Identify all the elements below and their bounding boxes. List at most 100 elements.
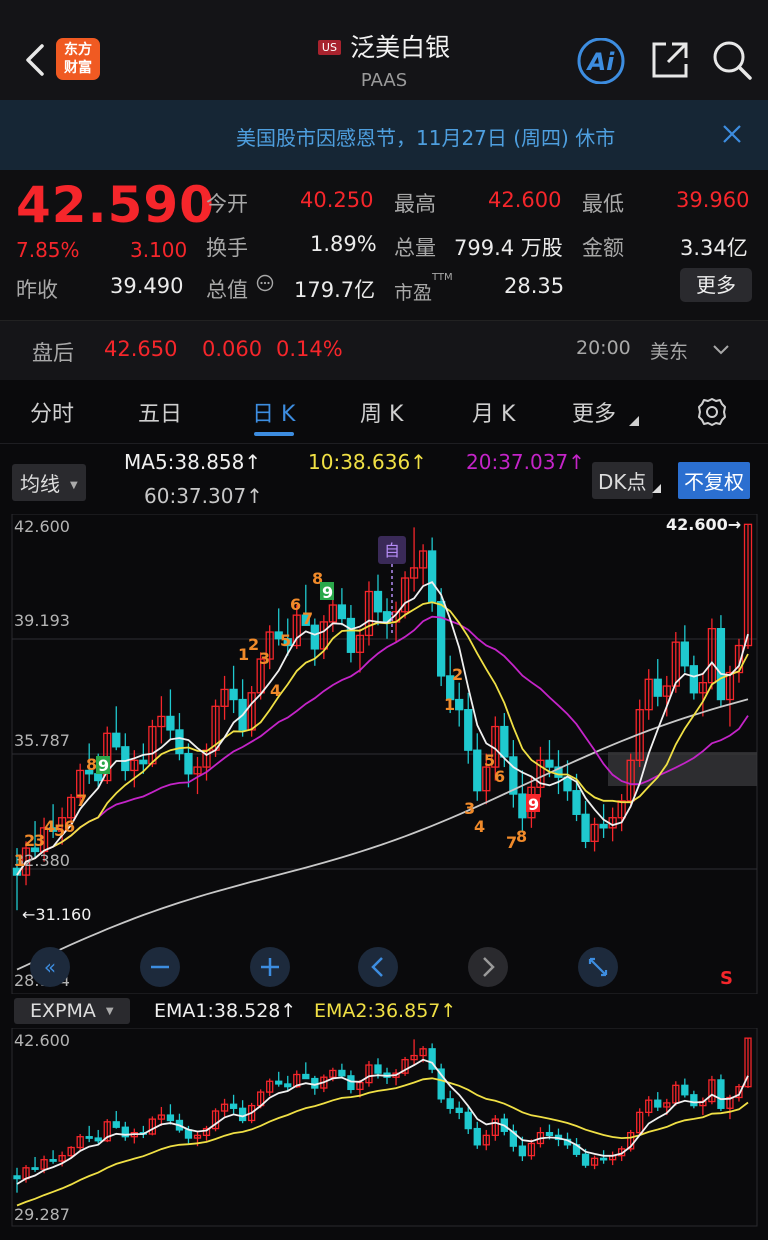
low-value: 39.960 (676, 188, 750, 212)
indicator-bar: 均线 ▼ MA5:38.858↑ 10:38.636↑ 20:37.037↑ 60… (0, 444, 768, 514)
ema2-readout: EMA2:36.857↑ (314, 1000, 457, 1022)
fullscreen-button[interactable] (578, 947, 618, 987)
caret-down-icon: ▼ (70, 480, 78, 491)
open-label: 今开 (206, 192, 248, 216)
after-hours-row[interactable]: 盘后 42.650 0.060 0.14% 20:00 美东 (0, 320, 768, 380)
share-icon[interactable] (648, 38, 692, 82)
after-hours-timezone: 美东 (650, 341, 689, 363)
ma5-readout: MA5:38.858↑ (124, 450, 262, 474)
candle (581, 813, 590, 842)
amount-value: 3.34亿 (680, 236, 748, 260)
candle (654, 1099, 662, 1108)
candle (13, 1175, 21, 1180)
ma-dropdown[interactable]: 均线 ▼ (12, 464, 86, 501)
candle (310, 624, 319, 650)
candle (563, 776, 572, 792)
candle (166, 715, 175, 731)
candle (184, 752, 193, 775)
candle (473, 749, 482, 792)
candle (653, 678, 662, 697)
quote-panel: 42.590 7.85% 3.100 昨收 39.490 今开 40.250 最… (0, 170, 768, 320)
adjust-mode-button[interactable]: 不复权 (678, 462, 750, 499)
candle (518, 1145, 527, 1157)
tab-daily-k[interactable]: 日 K (252, 396, 295, 428)
candle (112, 1121, 120, 1128)
y-axis-label: 39.193 (14, 611, 70, 630)
ema-dropdown[interactable]: EXPMA ▼ (14, 998, 130, 1024)
min-price-marker: ←31.160 (22, 905, 91, 924)
amount-label: 金额 (582, 236, 624, 260)
volume-value: 799.4 万股 (454, 236, 563, 260)
zoom-in-button[interactable] (250, 947, 290, 987)
candle (374, 1064, 382, 1074)
td-label: 8 (86, 755, 97, 774)
chevron-down-icon[interactable] (712, 343, 730, 357)
tab-intraday[interactable]: 分时 (30, 396, 74, 428)
after-hours-percent: 0.14% (276, 337, 343, 361)
td-label: 6 (494, 767, 505, 786)
prev-close-label: 昨收 (16, 278, 58, 302)
ai-label: Ai (586, 48, 616, 76)
candle (680, 641, 689, 667)
max-price-marker: 42.600→ (666, 515, 741, 534)
zoom-out-fast-button[interactable]: « (30, 947, 70, 987)
expma-chart[interactable]: 42.600 29.287 (0, 1028, 768, 1240)
market-cap-value: 179.7亿 (294, 278, 376, 302)
candle (229, 1103, 238, 1109)
tab-monthly-k[interactable]: 月 K (472, 396, 515, 428)
td-label: 4 (270, 681, 281, 700)
candle (49, 1159, 57, 1162)
tab-weekly-k[interactable]: 周 K (360, 396, 403, 428)
ema2-line (16, 1077, 749, 1207)
search-icon[interactable] (710, 38, 754, 82)
tab-five-day[interactable]: 五日 (138, 396, 182, 428)
candle (238, 1107, 247, 1122)
candle (690, 1094, 698, 1107)
market-closed-notice: 美国股市因感恩节，11月27日 (周四) 休市 (0, 100, 768, 170)
market-badge: US (317, 40, 341, 55)
close-icon[interactable] (722, 124, 742, 144)
candle (166, 1114, 175, 1122)
settings-gear-icon[interactable] (696, 396, 728, 428)
low-label: 最低 (582, 192, 624, 216)
td-label: 8 (516, 827, 527, 846)
candle (347, 1075, 355, 1091)
tab-more[interactable]: 更多 (572, 396, 616, 428)
candle (599, 1157, 608, 1161)
notice-text: 美国股市因感恩节，11月27日 (周四) 休市 (236, 126, 616, 150)
change-percent: 7.85% (16, 238, 80, 262)
candle (373, 590, 383, 613)
scroll-right-button[interactable] (468, 947, 508, 987)
candle (175, 729, 184, 755)
ma5-line (16, 580, 749, 876)
more-button[interactable]: 更多 (680, 268, 752, 302)
prev-close-value: 39.490 (110, 274, 184, 298)
candle (689, 665, 699, 694)
after-hours-time: 20:00 (576, 337, 631, 359)
after-hours-change: 0.060 (202, 337, 263, 361)
td-label: 2 (452, 665, 463, 684)
caret-down-icon: ▼ (105, 1006, 114, 1017)
double-chevron-left-icon: « (44, 955, 56, 979)
period-tabs: 分时 五日 日 K 周 K 月 K 更多 (0, 380, 768, 444)
info-icon[interactable] (256, 274, 274, 292)
last-price: 42.590 (16, 176, 215, 234)
candlestick-chart[interactable]: 42.60039.19335.78732.38028.974 自 42.600→… (0, 514, 768, 994)
candle (545, 759, 554, 768)
dk-points-toggle[interactable]: DK点 (592, 462, 653, 499)
active-tab-indicator (254, 432, 294, 436)
top-nav-bar: 东方 财富 US 泛美白银 PAAS Ai (0, 0, 768, 100)
candle (473, 1127, 481, 1146)
candle (464, 1111, 472, 1130)
scroll-left-button[interactable] (358, 947, 398, 987)
ema-indicator-bar: EXPMA ▼ EMA1:38.528↑ EMA2:36.857↑ (0, 994, 768, 1030)
zoom-out-button[interactable] (140, 947, 180, 987)
ai-assistant-icon[interactable]: Ai (574, 38, 628, 84)
candle (275, 1080, 283, 1085)
svg-text:自: 自 (384, 541, 400, 560)
candle (581, 1153, 590, 1166)
candle (599, 823, 608, 829)
td-label: 4 (474, 817, 485, 836)
ma20-line (16, 615, 749, 876)
candle (455, 1107, 463, 1114)
